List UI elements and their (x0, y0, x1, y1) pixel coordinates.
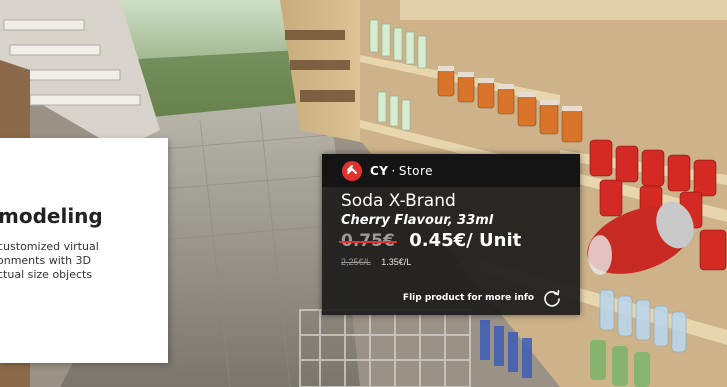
product-name: Soda X-Brand (341, 191, 456, 211)
new-unit-price: 1.35€/L (381, 257, 412, 267)
price-row: 0.75€ 0.45€/ Unit (339, 230, 522, 251)
product-variant: Cherry Flavour, 33ml (341, 213, 494, 228)
product-price-panel[interactable]: CY · Store Soda X-Brand Cherry Flavour, 33… (322, 154, 580, 315)
flip-product-button[interactable]: Flip product for more info (403, 288, 562, 308)
flip-hint-label: Flip product for more info (402, 293, 534, 303)
info-card-text: customized virtual onments with 3D ctual… (0, 240, 168, 282)
flip-rotate-icon (544, 290, 560, 307)
brand-label: CY (370, 163, 389, 178)
unit-price-row: 2,25€/L 1.35€/L (341, 257, 411, 267)
info-card-title: modeling (0, 204, 103, 228)
cy-store-logo-icon (342, 160, 362, 181)
new-price: 0.45€/ Unit (409, 230, 522, 251)
info-card-line: ctual size objects (0, 268, 93, 281)
panel-header: CY · Store (322, 154, 580, 187)
brand-suffix: Store (398, 163, 434, 178)
info-card-line: onments with 3D (0, 254, 91, 267)
old-unit-price: 2,25€/L (341, 257, 371, 267)
old-price: 0.75€ (339, 231, 397, 251)
info-card: modeling customized virtual onments with… (0, 138, 168, 363)
brand-name: CY · Store (370, 164, 433, 178)
brand-separator: · (391, 163, 396, 178)
info-card-line: customized virtual (0, 240, 99, 253)
